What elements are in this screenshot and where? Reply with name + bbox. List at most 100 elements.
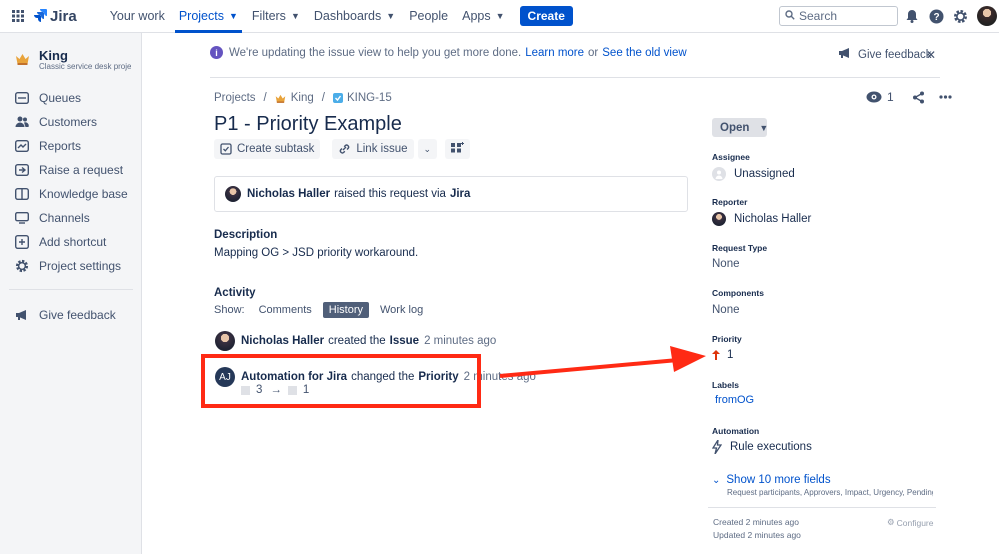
create-subtask-button[interactable]: Create subtask — [214, 139, 321, 159]
labels-field[interactable]: fromOG — [712, 394, 757, 406]
profile-avatar[interactable] — [977, 6, 997, 26]
watchers-count: 1 — [887, 90, 894, 104]
unassigned-avatar-icon — [712, 167, 726, 181]
nav-label: People — [409, 9, 449, 23]
help-icon[interactable]: ? — [927, 7, 945, 25]
learn-more-link[interactable]: Learn more — [525, 47, 584, 59]
created-timestamp: Created 2 minutes ago — [713, 517, 799, 527]
nav-label: Apps — [462, 9, 491, 23]
sidebar-feedback-label: Give feedback — [39, 308, 116, 322]
show-more-fields-list: Request participants, Approvers, Impact,… — [727, 488, 933, 497]
breadcrumb-projects[interactable]: Projects — [214, 92, 256, 104]
new-issue-view-banner: i We're updating the issue view to help … — [210, 46, 687, 59]
priority-field[interactable]: 1 — [712, 349, 733, 361]
components-value[interactable]: None — [712, 304, 740, 316]
nav-apps[interactable]: Apps ▼ — [455, 0, 511, 33]
give-feedback-button[interactable]: Give feedback — [838, 47, 932, 62]
show-label: Show: — [214, 304, 245, 316]
apps-icon — [451, 142, 465, 156]
watch-icon[interactable] — [866, 91, 882, 103]
annotation-arrow-icon — [499, 346, 706, 378]
updated-timestamp: Updated 2 minutes ago — [713, 530, 801, 540]
sidebar-item-label: Queues — [39, 91, 82, 105]
subtask-icon — [220, 143, 232, 155]
chevron-down-icon: ▼ — [290, 11, 300, 21]
nav-people[interactable]: People — [402, 0, 455, 33]
right-panel-divider — [708, 507, 936, 508]
search-input[interactable]: Search — [779, 6, 898, 26]
more-actions-icon[interactable] — [939, 95, 952, 99]
tab-work-log[interactable]: Work log — [374, 302, 429, 318]
activity-filter: Show: Comments History Work log — [214, 302, 434, 318]
sidebar-item-raise-a-request[interactable]: Raise a request — [15, 163, 123, 177]
settings-icon — [15, 259, 29, 273]
automation-value: Rule executions — [730, 441, 812, 453]
activity-heading: Activity — [214, 287, 256, 299]
show-more-fields-button[interactable]: ⌄ Show 10 more fields — [712, 474, 831, 486]
reporter-value: Nicholas Haller — [734, 213, 812, 225]
sidebar-item-add-shortcut[interactable]: Add shortcut — [15, 235, 106, 249]
rule-executions-button[interactable]: Rule executions — [712, 440, 812, 454]
history-author[interactable]: Nicholas Haller — [241, 335, 324, 347]
history-time: 2 minutes ago — [424, 335, 497, 347]
close-icon[interactable]: ✕ — [926, 48, 936, 62]
breadcrumb-project[interactable]: King — [291, 92, 314, 104]
nav-filters[interactable]: Filters ▼ — [245, 0, 307, 33]
settings-icon[interactable] — [951, 7, 969, 25]
request-type-value[interactable]: None — [712, 258, 740, 270]
reports-icon — [15, 139, 29, 153]
description-text[interactable]: Mapping OG > JSD priority workaround. — [214, 247, 418, 259]
nav-dashboards[interactable]: Dashboards ▼ — [307, 0, 402, 33]
sidebar-item-knowledge-base[interactable]: Knowledge base — [15, 187, 128, 201]
reporter-field[interactable]: Nicholas Haller — [712, 212, 811, 226]
search-placeholder: Search — [799, 9, 838, 23]
nav-your-work[interactable]: Your work — [103, 0, 172, 33]
tab-history[interactable]: History — [322, 302, 369, 318]
configure-label: Configure — [896, 517, 934, 528]
sidebar-item-label: Project settings — [39, 259, 122, 273]
breadcrumb-issue-key[interactable]: KING-15 — [347, 92, 392, 104]
project-header[interactable]: King Classic service desk project — [15, 49, 131, 71]
sidebar-item-customers[interactable]: Customers — [15, 115, 97, 129]
project-sidebar: King Classic service desk project Queues… — [0, 33, 142, 554]
add-shortcut-icon — [15, 235, 29, 249]
priority-label: Priority — [712, 334, 742, 344]
notifications-icon[interactable] — [903, 7, 921, 25]
raised-text: raised this request via — [334, 188, 446, 200]
tab-comments[interactable]: Comments — [253, 302, 318, 318]
annotation-highlight-box — [201, 354, 481, 408]
old-view-link[interactable]: See the old view — [602, 47, 686, 59]
configure-button[interactable]: ⚙ Configure — [887, 517, 933, 528]
more-apps-button[interactable] — [445, 139, 471, 159]
nav-projects[interactable]: Projects ▼ — [172, 0, 245, 33]
jira-logo-text: Jira — [50, 7, 77, 25]
sidebar-item-project-settings[interactable]: Project settings — [15, 259, 121, 273]
priority-arrow-up-icon — [712, 350, 720, 360]
raised-by-name[interactable]: Nicholas Haller — [247, 188, 330, 200]
sidebar-item-queues[interactable]: Queues — [15, 91, 81, 105]
sidebar-give-feedback[interactable]: Give feedback — [15, 308, 116, 322]
issue-title[interactable]: P1 - Priority Example — [214, 113, 402, 136]
share-icon[interactable] — [912, 91, 925, 104]
lightning-icon — [712, 440, 722, 454]
app-switcher-icon[interactable] — [3, 1, 33, 31]
sidebar-divider — [9, 289, 133, 290]
label-tag[interactable]: fromOG — [712, 394, 757, 406]
project-type: Classic service desk project — [39, 62, 131, 71]
chevron-down-icon: ⌄ — [423, 143, 432, 154]
create-button[interactable]: Create — [519, 6, 573, 26]
sidebar-item-reports[interactable]: Reports — [15, 139, 81, 153]
sidebar-item-label: Customers — [39, 115, 98, 129]
svg-text:?: ? — [933, 12, 939, 23]
breadcrumb-separator: / — [321, 92, 325, 104]
search-icon — [785, 9, 795, 23]
banner-text: We're updating the issue view to help yo… — [229, 46, 522, 59]
link-dropdown-button[interactable]: ⌄ — [417, 139, 438, 159]
link-issue-label: Link issue — [356, 143, 408, 155]
assignee-field[interactable]: Unassigned — [712, 167, 795, 181]
jira-logo[interactable]: Jira — [33, 8, 77, 25]
sidebar-item-channels[interactable]: Channels — [15, 211, 90, 225]
reporter-label: Reporter — [712, 197, 748, 207]
link-issue-button[interactable]: Link issue — [332, 139, 414, 159]
status-dropdown[interactable]: Open ▼ — [712, 118, 768, 137]
